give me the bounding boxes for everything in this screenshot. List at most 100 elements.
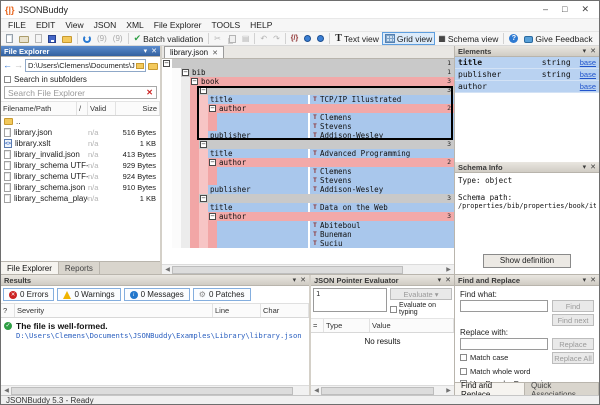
new-file-button[interactable] (3, 32, 16, 45)
paren-9-button[interactable]: (9) (110, 32, 126, 45)
scroll-right-icon[interactable]: ▶ (444, 266, 453, 273)
menu-view[interactable]: View (60, 20, 88, 30)
panel-menu-icon[interactable]: ▾ (293, 276, 297, 284)
grid-row[interactable]: publisherTAddison-Wesley (162, 185, 454, 194)
scroll-thumb[interactable] (11, 387, 293, 395)
menu-file[interactable]: FILE (3, 20, 31, 30)
undo-button[interactable]: ↶ (257, 32, 270, 45)
file-row[interactable]: library.jsonn/a516 Bytes (1, 127, 160, 138)
grid-row[interactable]: −author2 (162, 158, 454, 167)
show-definition-button[interactable]: Show definition (483, 254, 571, 268)
close-button[interactable]: ✕ (581, 4, 589, 15)
cut-button[interactable]: ✂ (211, 32, 224, 45)
save-button[interactable] (45, 32, 59, 45)
result-row[interactable]: ✓ The file is well-formed. (1, 320, 309, 331)
collapse-icon[interactable]: − (182, 69, 189, 76)
grid-row[interactable]: TClemens (162, 113, 454, 122)
tab-reports[interactable]: Reports (59, 262, 100, 274)
menu-edit[interactable]: EDIT (31, 20, 60, 30)
grid-horizontal-scrollbar[interactable]: ◀ ▶ (162, 264, 454, 274)
evaluator-results-header[interactable]: = Type Value (311, 318, 454, 333)
menu-json[interactable]: JSON (89, 20, 122, 30)
file-row[interactable]: library_schema UTF-8 BOM.jsonn/a929 Byte… (1, 160, 160, 171)
result-file-link[interactable]: D:\Users\Clemens\Documents\JSONBuddy\Exa… (16, 331, 309, 340)
menu-help[interactable]: HELP (245, 20, 277, 30)
schema-view-button[interactable]: ▦Schema view (435, 32, 501, 45)
tab-close-icon[interactable]: ✕ (212, 49, 218, 57)
evaluator-horizontal-scrollbar[interactable]: ◀ ▶ (311, 385, 454, 395)
grid-row[interactable]: −author2 (162, 104, 454, 113)
match-whole-word-checkbox[interactable] (460, 368, 467, 375)
menu-file-explorer[interactable]: File Explorer (149, 20, 207, 30)
collapse-icon[interactable]: − (200, 195, 207, 202)
grid-row[interactable]: TStevens (162, 122, 454, 131)
panel-menu-icon[interactable]: ▾ (438, 276, 442, 284)
panel-menu-icon[interactable]: ▾ (583, 163, 587, 171)
dot-blue-button[interactable] (314, 32, 327, 45)
redo-button[interactable]: ↷ (270, 32, 283, 45)
collapse-icon[interactable]: − (191, 78, 198, 85)
find-button[interactable]: Find (552, 300, 594, 312)
file-row[interactable]: library_schema UTF-8 NO BO...n/a924 Byte… (1, 171, 160, 182)
base-link[interactable]: base (580, 58, 596, 67)
file-explorer-search-input[interactable]: Search File Explorer ✕ (4, 86, 157, 99)
file-list-header[interactable]: Filename/Path / Valid Size (1, 101, 160, 116)
scroll-right-icon[interactable]: ▶ (444, 387, 453, 394)
grid-row[interactable]: −author3 (162, 212, 454, 221)
find-next-button[interactable]: Find next (552, 314, 594, 326)
scroll-left-icon[interactable]: ◀ (163, 266, 172, 273)
grid-row[interactable]: TClemens (162, 167, 454, 176)
messages-filter-button[interactable]: i 0 Messages (124, 288, 190, 301)
grid-row[interactable]: −3 (162, 194, 454, 203)
grid-row[interactable]: −book3 (162, 77, 454, 86)
file-row[interactable]: library_schema_playground.jsonn/a1 KB (1, 193, 160, 204)
give-feedback-button[interactable]: Give Feedback (521, 32, 595, 45)
open-file-button[interactable] (16, 32, 32, 45)
base-link[interactable]: base (580, 70, 596, 79)
grid-row[interactable]: TAbiteboul (162, 221, 454, 230)
forward-arrow-icon[interactable]: → (14, 61, 23, 70)
paste-button[interactable]: ▤ (239, 32, 253, 45)
batch-validation-button[interactable]: ✔Batch validation (131, 32, 207, 45)
text-view-button[interactable]: TText view (332, 32, 382, 45)
open-folder-tab-button[interactable] (32, 32, 45, 45)
grid-row[interactable]: −3 (162, 86, 454, 95)
grid-row[interactable]: TStevens (162, 176, 454, 185)
replace-all-button[interactable]: Replace All (552, 352, 594, 364)
warnings-filter-button[interactable]: 0 Warnings (57, 288, 120, 301)
panel-menu-icon[interactable]: ▾ (144, 47, 148, 55)
panel-close-icon[interactable]: ✕ (590, 276, 596, 284)
collapse-icon[interactable]: − (200, 87, 207, 94)
panel-menu-icon[interactable]: ▾ (583, 276, 587, 284)
file-row[interactable]: library_invalid.jsonn/a413 Bytes (1, 149, 160, 160)
collapse-icon[interactable]: − (209, 105, 216, 112)
patches-filter-button[interactable]: ⚙ 0 Patches (193, 288, 251, 301)
panel-close-icon[interactable]: ✕ (445, 276, 451, 284)
maximize-button[interactable]: □ (562, 4, 567, 15)
results-header[interactable]: ? Severity Line Char (1, 304, 309, 318)
element-row[interactable]: titlestringbase (455, 57, 599, 69)
scroll-left-icon[interactable]: ◀ (312, 387, 321, 394)
results-horizontal-scrollbar[interactable]: ◀ (1, 385, 309, 395)
collapse-icon[interactable]: − (163, 60, 170, 67)
back-arrow-icon[interactable]: ← (3, 61, 12, 70)
file-row[interactable]: library_schema.jsonn/a910 Bytes (1, 182, 160, 193)
panel-menu-icon[interactable]: ▾ (583, 47, 587, 55)
errors-filter-button[interactable]: ✕ 0 Errors (3, 288, 54, 301)
replace-input[interactable] (460, 338, 548, 350)
panel-close-icon[interactable]: ✕ (590, 47, 596, 55)
collapse-icon[interactable]: − (209, 159, 216, 166)
element-row[interactable]: authorbase (455, 81, 599, 93)
panel-close-icon[interactable]: ✕ (151, 47, 157, 55)
tab-file-explorer[interactable]: File Explorer (1, 262, 59, 274)
minimize-button[interactable]: – (543, 4, 548, 15)
grid-row[interactable]: titleTData on the Web (162, 203, 454, 212)
evaluate-button[interactable]: Evaluate▾ (390, 288, 452, 300)
replace-button[interactable]: Replace (552, 338, 594, 350)
grid-row[interactable]: titleTTCP/IP Illustrated (162, 95, 454, 104)
element-row[interactable]: publisherstringbase (455, 69, 599, 81)
path-field[interactable]: D:\Users\Clemens\Documents\JS (25, 59, 146, 72)
document-tab[interactable]: library.json ✕ (164, 46, 224, 58)
grid-row[interactable]: −3 (162, 140, 454, 149)
grid-row[interactable]: −bib1 (162, 68, 454, 77)
